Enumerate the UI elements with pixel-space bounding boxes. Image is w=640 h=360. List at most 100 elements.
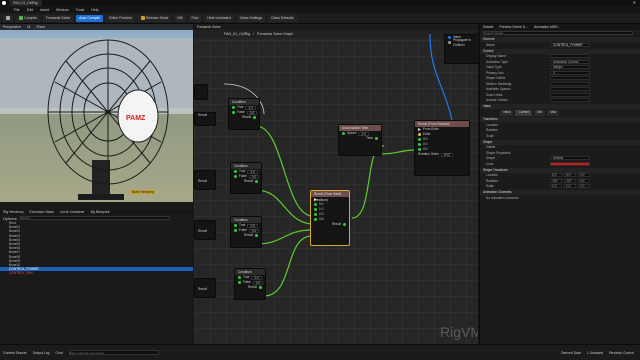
control-prop-value[interactable]: Animation Control: [550, 59, 590, 64]
menu-window[interactable]: Window: [56, 8, 69, 12]
control-prop-value[interactable]: [550, 76, 590, 81]
accumulated-time-node[interactable]: Accumulated Time Speed 1.0 Time: [338, 124, 382, 156]
viewport-lit[interactable]: Lit: [27, 25, 31, 29]
console-input[interactable]: [68, 350, 159, 355]
control-prop-value[interactable]: Integer: [550, 65, 590, 70]
value-field[interactable]: -90°: [564, 178, 576, 183]
tab-current[interactable]: Current: [515, 110, 533, 116]
pin: [234, 224, 237, 227]
viewport[interactable]: Perspective Lit Show PAMZ Bone Hierarchy: [0, 24, 193, 202]
pin-value[interactable]: 0.0: [248, 228, 260, 233]
viewport-show[interactable]: Show: [36, 25, 44, 29]
select-node[interactable]: Result (Float Ifnelle, precision) 0.0 1.…: [310, 190, 350, 246]
tab-initial[interactable]: Initial: [500, 110, 514, 116]
viewport-perspective[interactable]: Perspective: [3, 25, 21, 29]
condition-node-4[interactable]: Condition True 0.0 False 0.0 Result: [234, 268, 266, 300]
class-settings-button[interactable]: Class Settings: [236, 14, 266, 22]
pin-value[interactable]: 0.5: [247, 223, 258, 228]
class-defaults-button[interactable]: Class Defaults: [268, 14, 297, 22]
condition-node-3[interactable]: Condition True 0.5 False 0.0 Result: [230, 216, 262, 248]
pin-value[interactable]: 0.0: [252, 280, 264, 285]
value-field[interactable]: 0.0: [550, 173, 562, 178]
tab-execution-stack[interactable]: Execution Stack: [30, 210, 54, 214]
options-button[interactable]: Options: [3, 216, 17, 221]
pin-value[interactable]: 2.0: [247, 169, 258, 174]
control-prop-value[interactable]: [550, 81, 590, 86]
pin-value[interactable]: 1.0: [358, 131, 369, 136]
revision-control-button[interactable]: Revision Control: [609, 351, 634, 355]
stub-node[interactable]: [194, 84, 208, 100]
content-drawer-button[interactable]: Content Drawer: [3, 351, 27, 355]
find-button[interactable]: Find: [188, 14, 202, 22]
pin-value[interactable]: 1.0: [245, 105, 256, 110]
tab-details[interactable]: Details: [483, 25, 493, 29]
set-transform-node[interactable]: Value Propagate to Children: [444, 34, 478, 64]
hierarchy-item[interactable]: CONTROL_FAN: [0, 271, 193, 275]
hierarchy-search-input[interactable]: [19, 216, 170, 220]
compile-button[interactable]: Compile: [16, 14, 40, 22]
color-swatch[interactable]: [550, 161, 590, 166]
forwards-solve-dropdown[interactable]: Forwards Solve: [42, 14, 74, 22]
tab-preview-scene[interactable]: Preview Scene S...: [499, 25, 528, 29]
editor-preview-dropdown[interactable]: Editor Preview: [106, 14, 135, 22]
control-prop-label: Access Limited: [486, 98, 508, 103]
menu-tools[interactable]: Tools: [76, 8, 84, 12]
stub-node[interactable]: Result: [194, 170, 216, 190]
value-field[interactable]: 0.0: [578, 173, 590, 178]
output-log-button[interactable]: Output Log: [33, 351, 50, 355]
from-euler-node[interactable]: Result (From Rotation) From Euler Euler …: [414, 120, 470, 176]
tab-max[interactable]: Max: [547, 110, 560, 116]
name-field[interactable]: CONTROL_POWER: [550, 42, 590, 47]
stub-node[interactable]: Result: [194, 220, 216, 240]
section-value[interactable]: Value: [480, 104, 640, 109]
control-prop-value[interactable]: [550, 92, 590, 97]
value-field[interactable]: 0.0: [564, 173, 576, 178]
transform-label: Rotation: [486, 128, 498, 133]
shape-dropdown[interactable]: Default: [550, 156, 590, 161]
menu-file[interactable]: File: [14, 8, 20, 12]
auto-compile-button[interactable]: Auto Compile: [76, 14, 104, 22]
pin-value[interactable]: 0.0: [248, 174, 260, 179]
pin-value[interactable]: 0.0: [246, 110, 258, 115]
tab-my-blueprint[interactable]: My Blueprint: [91, 210, 110, 214]
no-channels-label: No animation channels: [486, 195, 519, 200]
tab-curve-container[interactable]: Curve Container: [60, 210, 85, 214]
details-search-input[interactable]: [483, 31, 633, 35]
tab-rig-hierarchy[interactable]: Rig Hierarchy: [3, 210, 24, 214]
stub-node[interactable]: Result: [194, 278, 216, 298]
name-label: Name: [486, 42, 495, 47]
menu-help[interactable]: Help: [91, 8, 98, 12]
control-prop-value[interactable]: [550, 87, 590, 92]
value-field[interactable]: 1.0: [550, 184, 562, 189]
cmd-dropdown[interactable]: Cmd: [56, 351, 63, 355]
save-button[interactable]: [3, 14, 13, 22]
tab-min[interactable]: Min: [534, 110, 546, 116]
pin: [234, 175, 237, 178]
value-field[interactable]: 0.0: [578, 178, 590, 183]
value-field[interactable]: -90°: [550, 178, 562, 183]
unsaved-button[interactable]: 1 Unsaved: [587, 351, 603, 355]
release-mode-button[interactable]: Release Mode: [137, 14, 172, 22]
pin-value[interactable]: 0.0: [251, 275, 262, 280]
pin-value[interactable]: XYZ: [440, 152, 454, 157]
control-prop-value[interactable]: [550, 98, 590, 103]
graph-editor[interactable]: Forwards Solve FAN_01_CtrlRig › Forwards…: [194, 24, 478, 344]
stub-node[interactable]: Result: [194, 112, 216, 126]
control-prop-label: Draw Limits: [486, 92, 503, 97]
shape-row: Color: [480, 161, 640, 167]
pin: [238, 281, 241, 284]
diff-button[interactable]: Diff: [174, 14, 186, 22]
value-field[interactable]: 1.0: [564, 184, 576, 189]
control-prop-value[interactable]: [550, 54, 590, 59]
tab-animation[interactable]: Animation MKR...: [534, 25, 560, 29]
control-prop-value[interactable]: X: [550, 70, 590, 75]
node-result-label: Result: [198, 287, 208, 291]
hide-unrelated-button[interactable]: Hide Unrelated: [204, 14, 234, 22]
derived-data-button[interactable]: Derived Data: [561, 351, 581, 355]
condition-node-1[interactable]: Condition True 1.0 False 0.0 Result: [228, 98, 260, 130]
condition-node-2[interactable]: Condition True 2.0 False 0.0 Result: [230, 162, 262, 194]
value-field[interactable]: 1.0: [578, 184, 590, 189]
menu-asset[interactable]: Asset: [40, 8, 49, 12]
menu-edit[interactable]: Edit: [27, 8, 33, 12]
value-tabs: Initial Current Min Max: [480, 110, 640, 116]
